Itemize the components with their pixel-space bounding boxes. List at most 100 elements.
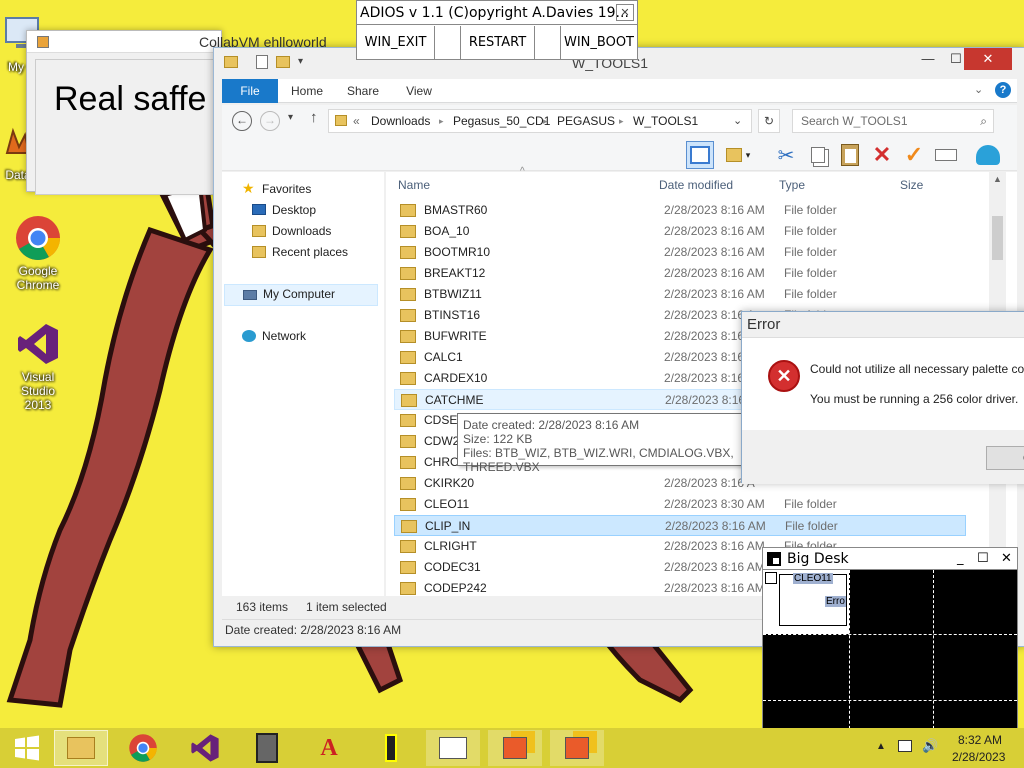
- desk2-taskbar-icon[interactable]: [550, 730, 604, 766]
- adios-taskbar-icon[interactable]: [240, 730, 294, 766]
- tooltip-files: Files: BTB_WIZ, BTB_WIZ.WRI, CMDIALOG.VB…: [463, 446, 734, 474]
- win-exit-button[interactable]: WIN_EXIT: [357, 26, 435, 59]
- adios-close-button[interactable]: ✕: [616, 4, 634, 21]
- breadcrumb-w-tools1[interactable]: W_TOOLS1: [633, 110, 698, 132]
- new-folder-icon[interactable]: [276, 56, 290, 68]
- adios-title: ADIOS v 1.1 (C)opyright A.Davies 19... ✕: [357, 1, 637, 25]
- table-row[interactable]: BOA_10 2/28/2023 8:16 AM File folder: [394, 221, 966, 242]
- delete-icon[interactable]: ✕: [868, 141, 896, 169]
- file-type: File folder: [785, 519, 838, 533]
- chrome-taskbar-icon[interactable]: [116, 730, 170, 766]
- file-name: CLRIGHT: [424, 539, 477, 553]
- notepad-taskbar-icon[interactable]: [426, 730, 480, 766]
- address-dropdown-icon[interactable]: ⌄: [733, 110, 742, 132]
- collabvm-window[interactable]: CollabVM ehlloworld Real saffe: [26, 30, 327, 195]
- tab-share[interactable]: Share: [340, 79, 386, 103]
- refresh-button[interactable]: ↻: [758, 109, 780, 133]
- big-desk-title: Big Desk: [787, 551, 849, 567]
- column-size[interactable]: Size: [900, 174, 923, 198]
- address-box[interactable]: « Downloads ▸ Pegasus_50_CD1 ▸ PEGASUS ▸…: [328, 109, 752, 133]
- rename-icon[interactable]: [932, 141, 960, 169]
- breadcrumb-pegasus[interactable]: PEGASUS: [557, 110, 615, 132]
- back-button[interactable]: ←: [232, 111, 252, 131]
- folder-icon: [400, 372, 416, 385]
- restart-button[interactable]: RESTART: [461, 26, 535, 59]
- nav-desktop[interactable]: Desktop: [272, 200, 316, 220]
- copy-icon[interactable]: [804, 141, 832, 169]
- error-dialog[interactable]: Error ✕ Could not utilize all necessary …: [741, 311, 1024, 484]
- up-button[interactable]: ↑: [310, 109, 318, 126]
- properties-icon[interactable]: [256, 55, 268, 69]
- error-ok-button[interactable]: O: [986, 446, 1024, 470]
- big-desk-minimize[interactable]: _: [957, 548, 964, 570]
- breadcrumb-overflow[interactable]: «: [353, 110, 360, 132]
- nav-favorites[interactable]: Favorites: [262, 179, 311, 199]
- folder-icon: [400, 498, 416, 511]
- tab-view[interactable]: View: [396, 79, 442, 103]
- qat-dropdown-icon[interactable]: ▾: [298, 56, 303, 67]
- explorer-taskbar-icon[interactable]: [54, 730, 108, 766]
- table-row[interactable]: BTBWIZ11 2/28/2023 8:16 AM File folder: [394, 284, 966, 305]
- chrome-icon[interactable]: Google Chrome: [6, 214, 70, 292]
- collabvm-titlebar[interactable]: CollabVM ehlloworld: [27, 31, 327, 53]
- shell-icon[interactable]: [974, 141, 1002, 169]
- big-desk-titlebar[interactable]: Big Desk _ ☐ ✕: [763, 548, 1017, 570]
- visual-studio-icon[interactable]: Visual Studio 2013: [6, 320, 70, 412]
- table-row[interactable]: CLEO11 2/28/2023 8:30 AM File folder: [394, 494, 966, 515]
- nav-my-computer[interactable]: My Computer: [224, 284, 378, 306]
- layout-icon[interactable]: [686, 141, 714, 169]
- taskbar: A ▲ 🔊 8:32 AM 2/28/2023: [0, 728, 1024, 768]
- tab-home[interactable]: Home: [284, 79, 330, 103]
- app-taskbar-icon[interactable]: [364, 730, 418, 766]
- table-row[interactable]: CLIP_IN 2/28/2023 8:16 AM File folder: [394, 515, 966, 536]
- table-row[interactable]: BREAKT12 2/28/2023 8:16 AM File folder: [394, 263, 966, 284]
- file-name: CODEC31: [424, 560, 481, 574]
- tab-file[interactable]: File: [222, 79, 278, 103]
- column-name[interactable]: Name: [398, 174, 430, 198]
- forward-button[interactable]: →: [260, 111, 280, 131]
- big-desk-maximize[interactable]: ☐: [977, 548, 989, 570]
- cut-icon[interactable]: ✂: [772, 141, 800, 169]
- big-desk-close[interactable]: ✕: [1001, 548, 1012, 570]
- file-date: 2/28/2023 8:16 AM: [664, 224, 765, 238]
- font-taskbar-icon[interactable]: A: [302, 730, 356, 766]
- file-type: File folder: [784, 497, 837, 511]
- nav-network[interactable]: Network: [262, 326, 306, 346]
- clock-date[interactable]: 2/28/2023: [952, 750, 1005, 764]
- win-boot-button[interactable]: WIN_BOOT: [561, 26, 637, 59]
- column-date-modified[interactable]: Date modified: [659, 174, 733, 198]
- checkmark-icon[interactable]: ✓: [900, 141, 928, 169]
- table-row[interactable]: BMASTR60 2/28/2023 8:16 AM File folder: [394, 200, 966, 221]
- folder-icon: [400, 204, 416, 217]
- scroll-thumb[interactable]: [992, 216, 1003, 260]
- breadcrumb-pegasus-cd1[interactable]: Pegasus_50_CD1: [453, 110, 550, 132]
- clock-time[interactable]: 8:32 AM: [958, 733, 1002, 747]
- expand-ribbon-icon[interactable]: ⌄: [974, 83, 983, 96]
- network-tray-icon[interactable]: [898, 740, 912, 752]
- file-name: CKIRK20: [424, 476, 475, 490]
- nav-downloads[interactable]: Downloads: [272, 221, 331, 241]
- nav-recent-places[interactable]: Recent places: [272, 242, 348, 262]
- desk-taskbar-icon[interactable]: [488, 730, 542, 766]
- organize-icon[interactable]: ▾: [724, 141, 752, 169]
- virtual-desk-current[interactable]: CLEO11 Erro: [763, 570, 849, 634]
- spacer: [535, 26, 561, 59]
- show-hidden-icons[interactable]: ▲: [876, 741, 886, 752]
- search-input[interactable]: Search W_TOOLS1 ⌕: [792, 109, 994, 133]
- paste-icon[interactable]: [836, 141, 864, 169]
- column-type[interactable]: Type: [779, 174, 805, 198]
- volume-tray-icon[interactable]: 🔊: [922, 738, 938, 754]
- tooltip-size: Size: 122 KB: [463, 432, 533, 446]
- start-button[interactable]: [0, 730, 54, 766]
- recent-dropdown-icon[interactable]: ▾: [288, 112, 293, 123]
- close-button[interactable]: ✕: [964, 48, 1012, 70]
- adios-window[interactable]: ADIOS v 1.1 (C)opyright A.Davies 19... ✕…: [356, 0, 638, 60]
- breadcrumb-downloads[interactable]: Downloads: [371, 110, 430, 132]
- visual-studio-taskbar-icon[interactable]: [178, 730, 232, 766]
- scroll-up-icon[interactable]: ▲: [993, 174, 1002, 184]
- file-date: 2/28/2023 8:16 AM: [664, 539, 765, 553]
- tooltip-date: Date created: 2/28/2023 8:16 AM: [463, 418, 640, 432]
- help-icon[interactable]: ?: [995, 82, 1011, 98]
- navigation-pane: ★ Favorites Desktop Downloads Recent pla…: [222, 172, 384, 618]
- table-row[interactable]: BOOTMR10 2/28/2023 8:16 AM File folder: [394, 242, 966, 263]
